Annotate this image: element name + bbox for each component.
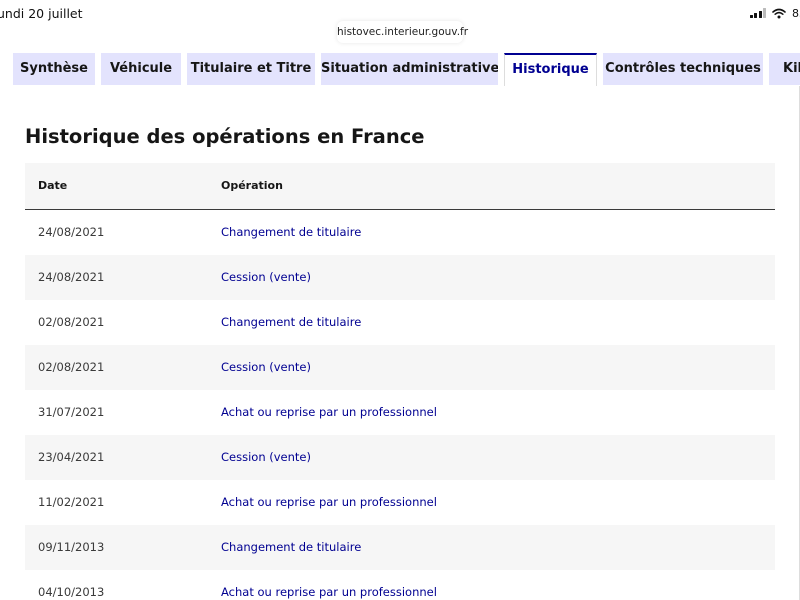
row-date: 02/08/2021	[38, 360, 105, 374]
column-header-operation: Opération	[221, 179, 283, 192]
table-row: 04/10/2013 Achat ou reprise par un profe…	[25, 570, 775, 600]
row-operation: Achat ou reprise par un professionnel	[221, 495, 437, 509]
row-date: 23/04/2021	[38, 450, 105, 464]
row-operation: Cession (vente)	[221, 450, 311, 464]
operations-table: Date Opération 24/08/2021 Changement de …	[25, 163, 775, 600]
table-row: 02/08/2021 Changement de titulaire	[25, 300, 775, 345]
tab-kilometrage[interactable]: Kilométrage	[769, 53, 800, 85]
tab-situation-administrative[interactable]: Situation administrative	[321, 53, 498, 85]
table-header: Date Opération	[25, 163, 775, 210]
status-indicators: 85	[749, 6, 800, 20]
row-operation: Changement de titulaire	[221, 315, 362, 329]
status-bar: undi 20 juillet histovec.interieur.gouv.…	[0, 0, 800, 44]
url-bar[interactable]: histovec.interieur.gouv.fr	[337, 21, 468, 43]
row-date: 09/11/2013	[38, 540, 105, 554]
table-row: 11/02/2021 Achat ou reprise par un profe…	[25, 480, 775, 525]
table-row: 02/08/2021 Cession (vente)	[25, 345, 775, 390]
row-date: 24/08/2021	[38, 225, 105, 239]
row-date: 04/10/2013	[38, 585, 105, 599]
table-row: 09/11/2013 Changement de titulaire	[25, 525, 775, 570]
tab-synthese[interactable]: Synthèse	[13, 53, 95, 85]
row-operation: Cession (vente)	[221, 270, 311, 284]
tab-titulaire-et-titre[interactable]: Titulaire et Titre	[187, 53, 315, 85]
table-row: 24/08/2021 Changement de titulaire	[25, 210, 775, 255]
battery-percentage: 85	[792, 6, 800, 20]
table-row: 23/04/2021 Cession (vente)	[25, 435, 775, 480]
tab-historique[interactable]: Historique	[504, 53, 597, 87]
browser-viewport: undi 20 juillet histovec.interieur.gouv.…	[0, 0, 800, 600]
row-operation: Changement de titulaire	[221, 225, 362, 239]
table-row: 24/08/2021 Cession (vente)	[25, 255, 775, 300]
row-operation: Changement de titulaire	[221, 540, 362, 554]
column-header-date: Date	[38, 179, 68, 192]
cellular-signal-icon	[749, 8, 766, 18]
tab-bar: Synthèse Véhicule Titulaire et Titre Sit…	[0, 53, 800, 87]
row-date: 24/08/2021	[38, 270, 105, 284]
status-date: undi 20 juillet	[0, 6, 83, 21]
tab-controles-techniques[interactable]: Contrôles techniques	[603, 53, 763, 85]
row-date: 31/07/2021	[38, 405, 105, 419]
tab-vehicule[interactable]: Véhicule	[101, 53, 181, 85]
wifi-icon	[772, 8, 786, 18]
row-operation: Cession (vente)	[221, 360, 311, 374]
page-title: Historique des opérations en France	[25, 125, 425, 148]
row-operation: Achat ou reprise par un professionnel	[221, 585, 437, 599]
table-row: 31/07/2021 Achat ou reprise par un profe…	[25, 390, 775, 435]
row-operation: Achat ou reprise par un professionnel	[221, 405, 437, 419]
row-date: 02/08/2021	[38, 315, 105, 329]
row-date: 11/02/2021	[38, 495, 105, 509]
